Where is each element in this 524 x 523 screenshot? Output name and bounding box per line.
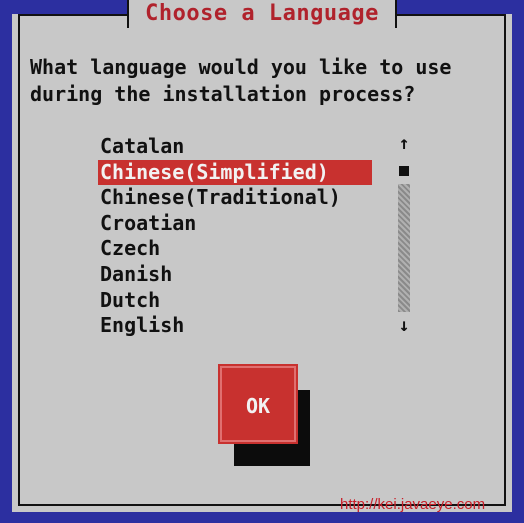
dialog-title: Choose a Language — [145, 1, 379, 26]
language-option-danish[interactable]: Danish — [98, 262, 378, 288]
language-option-chinese-traditional[interactable]: Chinese(Traditional) — [98, 185, 378, 211]
language-listbox[interactable]: Catalan Chinese(Simplified) Chinese(Trad… — [98, 134, 378, 339]
prompt-line-1: What language would you like to use — [30, 55, 452, 79]
title-left-tick — [119, 14, 128, 16]
language-option-czech[interactable]: Czech — [98, 236, 378, 262]
title-right-tick — [396, 14, 405, 16]
scroll-thumb[interactable] — [399, 166, 409, 176]
scroll-down-arrow-icon[interactable]: ↓ — [396, 316, 412, 336]
language-option-catalan[interactable]: Catalan — [98, 134, 378, 160]
dialog-title-bar: Choose a Language — [12, 0, 512, 30]
prompt-line-2: during the installation process? — [30, 82, 416, 106]
language-option-english[interactable]: English — [98, 313, 378, 339]
language-option-chinese-simplified[interactable]: Chinese(Simplified) — [98, 159, 372, 186]
title-box: Choose a Language — [119, 0, 405, 28]
scroll-up-arrow-icon[interactable]: ↑ — [396, 134, 412, 154]
prompt-text: What language would you like to use duri… — [30, 54, 500, 108]
scroll-track[interactable] — [398, 184, 410, 312]
watermark-url: http://kei.javaeye.com — [340, 496, 486, 513]
language-list-scrollbar[interactable]: ↑ ↓ — [396, 134, 412, 339]
language-option-croatian[interactable]: Croatian — [98, 211, 378, 237]
language-option-dutch[interactable]: Dutch — [98, 288, 378, 314]
language-dialog: Choose a Language What language would yo… — [12, 0, 512, 513]
ok-button[interactable]: OK — [218, 364, 298, 444]
